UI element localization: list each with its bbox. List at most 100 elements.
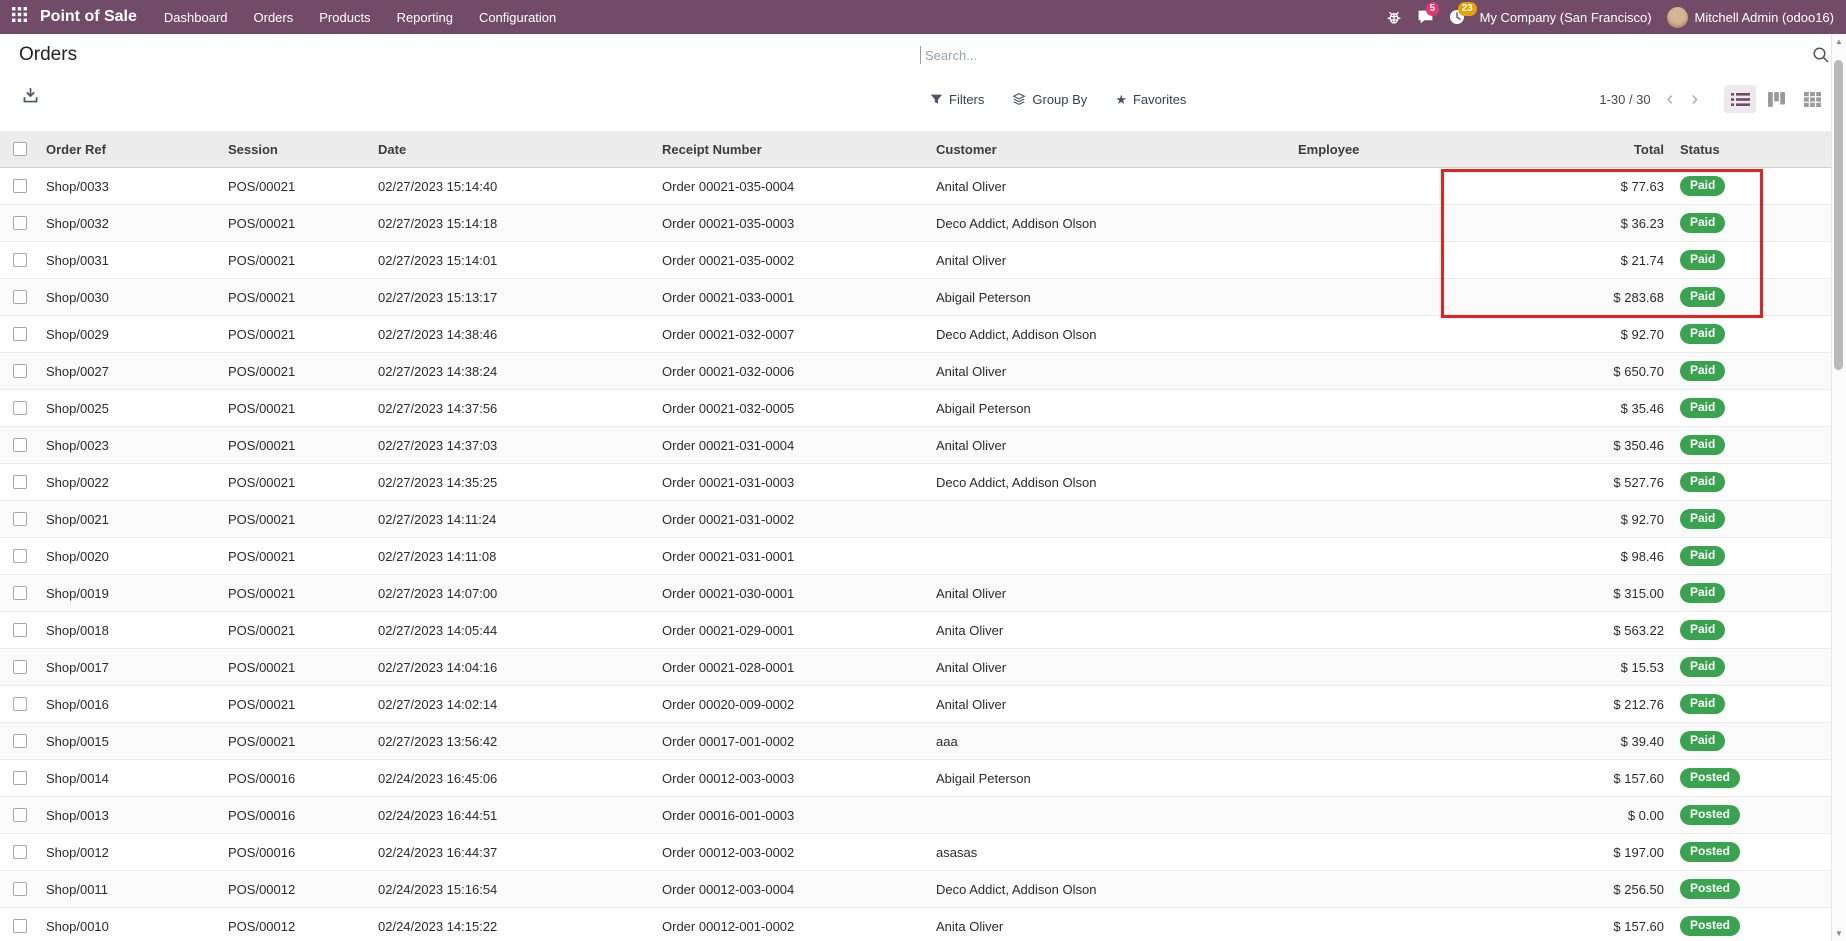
row-checkbox[interactable] bbox=[0, 660, 40, 674]
row-checkbox[interactable] bbox=[0, 327, 40, 341]
row-checkbox[interactable] bbox=[0, 364, 40, 378]
status-badge: Paid bbox=[1680, 361, 1725, 380]
table-row[interactable]: Shop/0031 POS/00021 02/27/2023 15:14:01 … bbox=[0, 242, 1831, 279]
row-checkbox[interactable] bbox=[0, 290, 40, 304]
row-checkbox[interactable] bbox=[0, 734, 40, 748]
menu-dashboard[interactable]: Dashboard bbox=[151, 0, 241, 34]
row-checkbox[interactable] bbox=[0, 401, 40, 415]
status-cell: Paid bbox=[1672, 324, 1831, 343]
row-checkbox[interactable] bbox=[0, 253, 40, 267]
filters-button[interactable]: Filters bbox=[930, 92, 984, 107]
row-checkbox[interactable] bbox=[0, 586, 40, 600]
scroll-down-arrow-icon[interactable]: ▼ bbox=[1832, 929, 1846, 938]
row-checkbox[interactable] bbox=[0, 216, 40, 230]
select-all-checkbox[interactable] bbox=[0, 142, 40, 156]
table-row[interactable]: Shop/0021 POS/00021 02/27/2023 14:11:24 … bbox=[0, 501, 1831, 538]
order-ref-cell: Shop/0029 bbox=[40, 327, 222, 342]
activities-clock-icon[interactable]: 23 bbox=[1449, 9, 1465, 25]
row-checkbox[interactable] bbox=[0, 512, 40, 526]
row-checkbox[interactable] bbox=[0, 697, 40, 711]
status-cell: Paid bbox=[1672, 620, 1831, 639]
row-checkbox[interactable] bbox=[0, 438, 40, 452]
table-row[interactable]: Shop/0023 POS/00021 02/27/2023 14:37:03 … bbox=[0, 427, 1831, 464]
kanban-view-button[interactable] bbox=[1760, 85, 1792, 113]
status-badge: Paid bbox=[1680, 472, 1725, 491]
favorites-button[interactable]: ★ Favorites bbox=[1115, 92, 1186, 107]
orders-table: Order Ref Session Date Receipt Number Cu… bbox=[0, 131, 1831, 941]
table-row[interactable]: Shop/0025 POS/00021 02/27/2023 14:37:56 … bbox=[0, 390, 1831, 427]
menu-orders[interactable]: Orders bbox=[241, 0, 307, 34]
table-row[interactable]: Shop/0032 POS/00021 02/27/2023 15:14:18 … bbox=[0, 205, 1831, 242]
search-icon[interactable] bbox=[1812, 46, 1830, 64]
app-title[interactable]: Point of Sale bbox=[38, 8, 151, 26]
row-checkbox[interactable] bbox=[0, 549, 40, 563]
table-row[interactable]: Shop/0029 POS/00021 02/27/2023 14:38:46 … bbox=[0, 316, 1831, 353]
total-cell: $ 157.60 bbox=[1468, 771, 1672, 786]
row-checkbox[interactable] bbox=[0, 623, 40, 637]
col-header-employee[interactable]: Employee bbox=[1292, 142, 1468, 157]
row-checkbox[interactable] bbox=[0, 919, 40, 933]
col-header-customer[interactable]: Customer bbox=[930, 142, 1292, 157]
col-header-order-ref[interactable]: Order Ref bbox=[40, 142, 222, 157]
menu-configuration[interactable]: Configuration bbox=[466, 0, 569, 34]
pager-next-button[interactable]: › bbox=[1687, 89, 1702, 109]
table-row[interactable]: Shop/0019 POS/00021 02/27/2023 14:07:00 … bbox=[0, 575, 1831, 612]
session-cell: POS/00016 bbox=[222, 771, 372, 786]
receipt-number-cell: Order 00012-001-0002 bbox=[656, 919, 930, 934]
pivot-view-button[interactable] bbox=[1796, 85, 1828, 113]
apps-menu-button[interactable] bbox=[0, 0, 38, 34]
row-checkbox[interactable] bbox=[0, 475, 40, 489]
col-header-receipt-number[interactable]: Receipt Number bbox=[656, 142, 930, 157]
status-cell: Paid bbox=[1672, 176, 1831, 195]
col-header-date[interactable]: Date bbox=[372, 142, 656, 157]
table-row[interactable]: Shop/0015 POS/00021 02/27/2023 13:56:42 … bbox=[0, 723, 1831, 760]
scrollbar-thumb[interactable] bbox=[1834, 60, 1843, 370]
table-row[interactable]: Shop/0013 POS/00016 02/24/2023 16:44:51 … bbox=[0, 797, 1831, 834]
table-row[interactable]: Shop/0033 POS/00021 02/27/2023 15:14:40 … bbox=[0, 168, 1831, 205]
row-checkbox[interactable] bbox=[0, 771, 40, 785]
table-row[interactable]: Shop/0027 POS/00021 02/27/2023 14:38:24 … bbox=[0, 353, 1831, 390]
search-input[interactable] bbox=[920, 46, 1812, 64]
status-badge: Paid bbox=[1680, 694, 1725, 713]
order-ref-cell: Shop/0031 bbox=[40, 253, 222, 268]
list-view-button[interactable] bbox=[1724, 85, 1756, 113]
table-row[interactable]: Shop/0018 POS/00021 02/27/2023 14:05:44 … bbox=[0, 612, 1831, 649]
table-row[interactable]: Shop/0017 POS/00021 02/27/2023 14:04:16 … bbox=[0, 649, 1831, 686]
company-switcher[interactable]: My Company (San Francisco) bbox=[1480, 10, 1652, 25]
status-cell: Paid bbox=[1672, 509, 1831, 528]
row-checkbox[interactable] bbox=[0, 808, 40, 822]
date-cell: 02/27/2023 15:14:40 bbox=[372, 179, 656, 194]
status-badge: Paid bbox=[1680, 509, 1725, 528]
page-title: Orders bbox=[0, 44, 77, 66]
scroll-up-arrow-icon[interactable]: ▲ bbox=[1832, 37, 1846, 46]
date-cell: 02/27/2023 14:11:08 bbox=[372, 549, 656, 564]
menu-reporting[interactable]: Reporting bbox=[384, 0, 466, 34]
session-cell: POS/00021 bbox=[222, 475, 372, 490]
col-header-status[interactable]: Status bbox=[1672, 142, 1831, 157]
table-row[interactable]: Shop/0012 POS/00016 02/24/2023 16:44:37 … bbox=[0, 834, 1831, 871]
menu-products[interactable]: Products bbox=[306, 0, 383, 34]
row-checkbox[interactable] bbox=[0, 882, 40, 896]
row-checkbox[interactable] bbox=[0, 845, 40, 859]
debug-bug-icon[interactable] bbox=[1386, 9, 1402, 25]
table-row[interactable]: Shop/0020 POS/00021 02/27/2023 14:11:08 … bbox=[0, 538, 1831, 575]
date-cell: 02/27/2023 15:14:18 bbox=[372, 216, 656, 231]
group-by-button[interactable]: Group By bbox=[1012, 92, 1087, 107]
table-row[interactable]: Shop/0011 POS/00012 02/24/2023 15:16:54 … bbox=[0, 871, 1831, 908]
col-header-session[interactable]: Session bbox=[222, 142, 372, 157]
status-badge: Paid bbox=[1680, 435, 1725, 454]
table-row[interactable]: Shop/0022 POS/00021 02/27/2023 14:35:25 … bbox=[0, 464, 1831, 501]
date-cell: 02/27/2023 14:38:46 bbox=[372, 327, 656, 342]
row-checkbox[interactable] bbox=[0, 179, 40, 193]
pager-previous-button[interactable]: ‹ bbox=[1663, 89, 1678, 109]
vertical-scrollbar[interactable]: ▲ ▼ bbox=[1831, 34, 1846, 941]
export-download-icon[interactable] bbox=[22, 87, 39, 109]
table-row[interactable]: Shop/0030 POS/00021 02/27/2023 15:13:17 … bbox=[0, 279, 1831, 316]
table-row[interactable]: Shop/0016 POS/00021 02/27/2023 14:02:14 … bbox=[0, 686, 1831, 723]
user-menu[interactable]: Mitchell Admin (odoo16) bbox=[1667, 7, 1834, 28]
date-cell: 02/27/2023 14:07:00 bbox=[372, 586, 656, 601]
messages-icon[interactable]: 5 bbox=[1417, 9, 1434, 25]
table-row[interactable]: Shop/0014 POS/00016 02/24/2023 16:45:06 … bbox=[0, 760, 1831, 797]
table-row[interactable]: Shop/0010 POS/00012 02/24/2023 14:15:22 … bbox=[0, 908, 1831, 941]
col-header-total[interactable]: Total bbox=[1468, 142, 1672, 157]
